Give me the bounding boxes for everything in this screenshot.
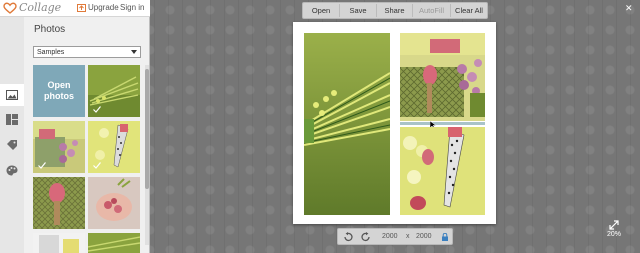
photo-image <box>33 177 85 229</box>
photo-thumbnail-grass[interactable] <box>88 65 140 117</box>
rail-tags-button[interactable] <box>0 134 24 156</box>
rotate-left-icon[interactable] <box>343 232 353 242</box>
collage-photo-tool <box>400 127 485 215</box>
collage-cell-left[interactable] <box>304 33 390 215</box>
used-check-icon <box>38 162 46 169</box>
rail-photos-button[interactable] <box>0 84 24 106</box>
rotate-right-icon[interactable] <box>361 232 371 242</box>
photo-thumbnail-tool[interactable] <box>88 121 140 173</box>
photo-thumbnail-grid: Open photos <box>33 65 143 253</box>
canvas-toolbar: Open Save Share AutoFill Clear All <box>302 2 488 19</box>
collage-cell-bottom-right[interactable] <box>400 127 485 215</box>
cell-divider-handle[interactable] <box>400 122 485 125</box>
close-icon[interactable]: ✕ <box>625 3 633 14</box>
share-button[interactable]: Share <box>377 4 413 17</box>
sidebar-rail <box>0 17 24 253</box>
logo-heart-icon <box>3 2 17 14</box>
upgrade-icon <box>77 3 86 12</box>
chevron-down-icon <box>131 50 137 54</box>
top-bar: Collage Upgrade Sign in <box>0 0 150 17</box>
canvas-bottom-bar: 2000 x 2000 <box>337 228 453 245</box>
canvas-height-value[interactable]: 2000 <box>416 233 432 240</box>
collage-photo-grass <box>304 33 390 215</box>
layouts-icon <box>6 113 18 125</box>
signin-link[interactable]: Sign in <box>120 3 144 12</box>
used-check-icon <box>93 162 101 169</box>
photo-image <box>88 233 140 253</box>
save-button[interactable]: Save <box>340 4 377 17</box>
open-button[interactable]: Open <box>303 4 340 17</box>
logo[interactable]: Collage <box>3 1 61 14</box>
zoom-level: 20% <box>607 231 622 238</box>
photo-thumbnail-flowers[interactable] <box>33 121 85 173</box>
tags-icon <box>7 140 17 150</box>
photo-thumbnail-scoop[interactable] <box>33 177 85 229</box>
canvas-width-value[interactable]: 2000 <box>382 233 398 240</box>
photo-thumbnail-partial-1[interactable] <box>33 233 85 253</box>
logo-text: Collage <box>19 1 62 14</box>
zoom-control[interactable]: 20% <box>607 220 621 238</box>
panel-title: Photos <box>34 24 66 35</box>
clear-all-button[interactable]: Clear All <box>451 4 487 17</box>
open-photos-button[interactable]: Open photos <box>33 65 85 117</box>
photos-panel: Photos Samples Open photos <box>24 17 150 253</box>
upgrade-link[interactable]: Upgrade <box>77 3 119 12</box>
upgrade-label: Upgrade <box>88 3 119 12</box>
open-photos-label: Open photos <box>44 80 74 101</box>
collage-canvas[interactable] <box>293 22 496 224</box>
sidebar: Photos Samples Open photos <box>0 17 150 253</box>
photos-icon <box>6 90 18 100</box>
dimension-separator: x <box>406 233 410 240</box>
palette-icon <box>6 165 18 175</box>
rail-palette-button[interactable] <box>0 159 24 181</box>
photo-source-value: Samples <box>37 48 65 56</box>
zoom-icon <box>609 220 619 230</box>
autofill-button[interactable]: AutoFill <box>413 4 451 17</box>
used-check-icon <box>93 106 101 113</box>
photo-thumbnail-hand[interactable] <box>88 177 140 229</box>
rail-layouts-button[interactable] <box>0 108 24 130</box>
photo-image <box>33 233 85 253</box>
collage-photo-flowers <box>400 33 485 121</box>
photo-source-select[interactable]: Samples <box>33 46 141 58</box>
lock-icon[interactable] <box>442 233 448 241</box>
photo-thumbnail-partial-2[interactable] <box>88 233 140 253</box>
scrollbar-thumb[interactable] <box>145 69 149 189</box>
thumbnail-scrollbar[interactable] <box>145 65 149 245</box>
collage-cell-top-right[interactable] <box>400 33 485 121</box>
photo-image <box>88 177 140 229</box>
